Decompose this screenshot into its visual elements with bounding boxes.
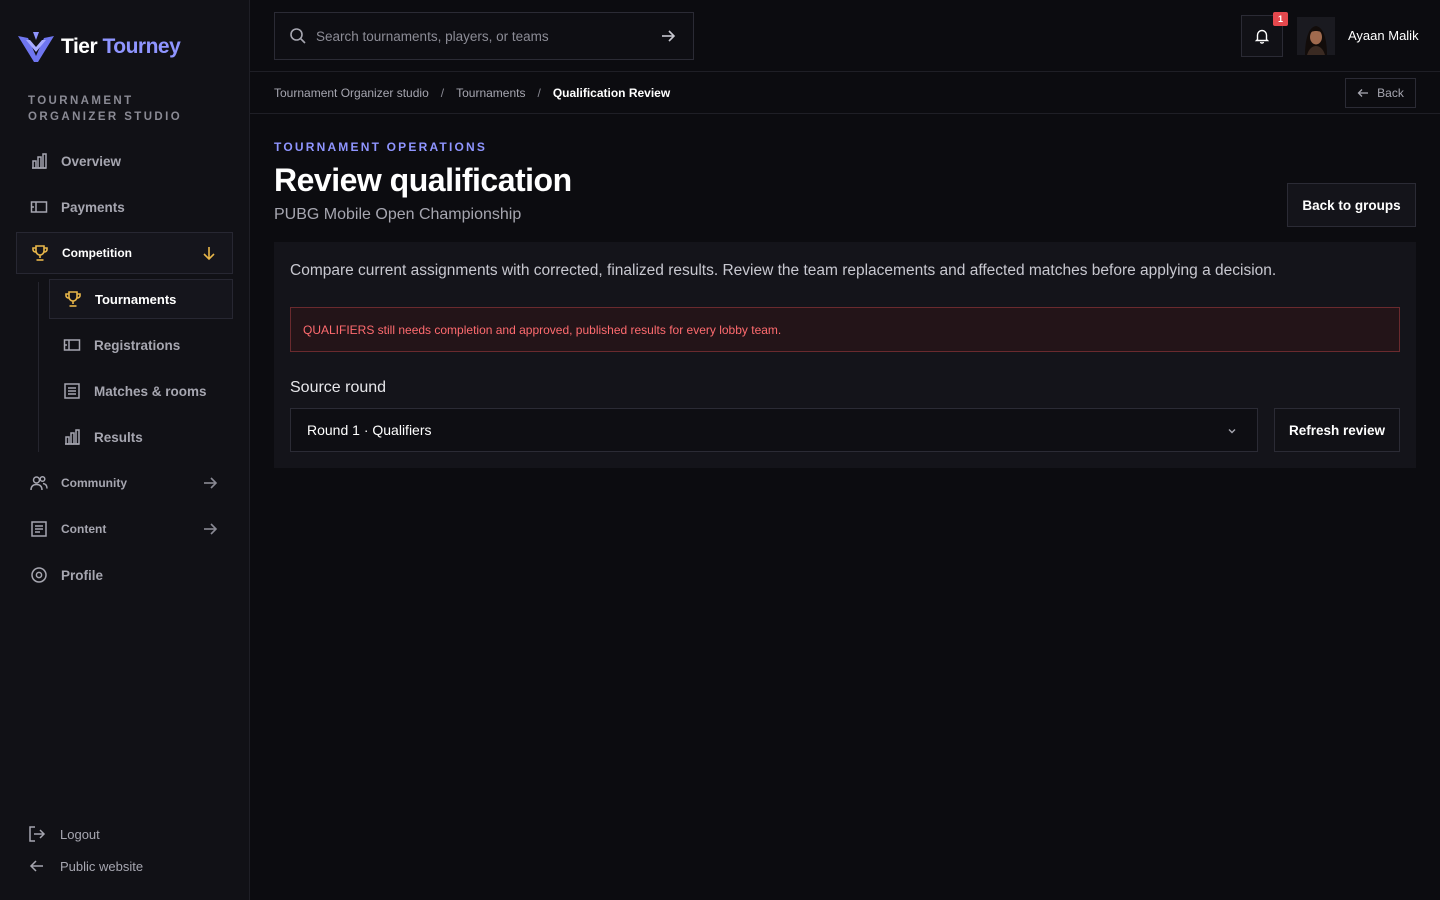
breadcrumb-separator: /: [537, 86, 541, 100]
page-title: Review qualification: [274, 162, 572, 198]
users-icon: [30, 474, 48, 492]
breadcrumb-tournaments[interactable]: Tournaments: [456, 86, 525, 100]
public-website-link[interactable]: Public website: [28, 857, 143, 875]
logout-link[interactable]: Logout: [28, 825, 100, 843]
sidebar-item-competition[interactable]: Competition: [16, 232, 233, 274]
sidebar-item-label: Payments: [61, 199, 125, 215]
logout-icon: [29, 826, 46, 842]
refresh-review-button[interactable]: Refresh review: [1274, 408, 1400, 452]
ticket-icon: [63, 336, 81, 354]
source-round-value: Round 1 · Qualifiers: [307, 422, 432, 438]
qualification-review-card: Compare current assignments with correct…: [274, 242, 1416, 468]
search-input[interactable]: [316, 28, 659, 44]
sidebar-item-payments[interactable]: Payments: [16, 187, 233, 227]
brand-name-part1: Tier: [61, 35, 98, 58]
notifications-button[interactable]: 1: [1241, 12, 1288, 57]
public-website-label: Public website: [60, 858, 144, 874]
notification-count-badge: 1: [1273, 12, 1288, 26]
user-avatar[interactable]: [1297, 17, 1335, 55]
breadcrumb-current: Qualification Review: [552, 86, 671, 100]
bell-icon: [1254, 29, 1270, 44]
ticket-icon: [30, 198, 48, 216]
search-submit-arrow-icon[interactable]: [659, 27, 677, 45]
sidebar-subitem-tournaments[interactable]: Tournaments: [49, 279, 233, 319]
sidebar: Tier Tourney TOURNAMENT ORGANIZER STUDIO…: [0, 0, 250, 900]
back-button[interactable]: Back: [1345, 78, 1416, 108]
bar-chart-icon: [30, 152, 48, 170]
brand-logo[interactable]: Tier Tourney: [16, 30, 181, 64]
brand-name-part2: Tourney: [102, 35, 181, 58]
brand-name: Tier Tourney: [61, 35, 181, 59]
sidebar-subitem-matches-rooms[interactable]: Matches & rooms: [49, 371, 233, 411]
source-round-select[interactable]: Round 1 · Qualifiers: [290, 408, 1258, 452]
studio-section-label: TOURNAMENT ORGANIZER STUDIO: [28, 95, 183, 123]
sidebar-subitem-registrations[interactable]: Registrations: [49, 325, 233, 365]
logout-label: Logout: [60, 826, 100, 842]
arrow-left-icon: [29, 860, 43, 872]
sidebar-item-label: Content: [61, 522, 107, 536]
tier-tourney-logo-icon: [18, 32, 54, 62]
back-button-label: Back: [1377, 86, 1404, 100]
sidebar-item-community[interactable]: Community: [16, 463, 233, 503]
top-bar: 1 Ayaan Malik: [250, 0, 1440, 72]
arrow-down-icon: [203, 247, 215, 261]
sidebar-subitem-label: Matches & rooms: [94, 383, 207, 399]
sidebar-item-overview[interactable]: Overview: [16, 141, 233, 181]
submenu-guide-line: [38, 282, 39, 452]
sidebar-subitem-label: Results: [94, 429, 143, 445]
list-icon: [63, 382, 81, 400]
qualifiers-incomplete-alert: QUALIFIERS still needs completion and ap…: [290, 307, 1400, 352]
breadcrumb-bar: Tournament Organizer studio / Tournament…: [250, 72, 1440, 114]
user-name[interactable]: Ayaan Malik: [1348, 28, 1419, 43]
sidebar-item-profile[interactable]: Profile: [16, 555, 233, 595]
alert-message: QUALIFIERS still needs completion and ap…: [303, 322, 782, 337]
trophy-icon: [64, 290, 82, 308]
section-eyebrow: TOURNAMENT OPERATIONS: [274, 140, 488, 154]
source-round-label: Source round: [290, 379, 387, 396]
document-icon: [30, 520, 48, 538]
global-search[interactable]: [274, 12, 694, 60]
trophy-icon: [31, 244, 49, 262]
sidebar-item-content[interactable]: Content: [16, 509, 233, 549]
breadcrumb: Tournament Organizer studio / Tournament…: [274, 86, 670, 100]
settings-icon: [30, 566, 48, 584]
sidebar-item-label: Overview: [61, 153, 122, 169]
sidebar-item-label: Community: [61, 476, 127, 490]
breadcrumb-studio[interactable]: Tournament Organizer studio: [274, 86, 429, 100]
arrow-right-icon: [204, 477, 218, 489]
arrow-right-icon: [204, 523, 218, 535]
chevron-down-icon: [1228, 429, 1236, 434]
back-to-groups-button[interactable]: Back to groups: [1287, 183, 1416, 227]
sidebar-subitem-label: Registrations: [94, 337, 181, 353]
arrow-left-icon: [1357, 89, 1369, 97]
sidebar-subitem-label: Tournaments: [95, 291, 177, 307]
breadcrumb-separator: /: [440, 86, 445, 100]
search-icon: [290, 28, 306, 44]
sidebar-subitem-results[interactable]: Results: [49, 417, 233, 457]
bar-chart-icon: [63, 428, 81, 446]
review-description: Compare current assignments with correct…: [290, 262, 1277, 279]
sidebar-item-label: Competition: [62, 246, 132, 260]
sidebar-item-label: Profile: [61, 567, 104, 583]
tournament-name: PUBG Mobile Open Championship: [274, 206, 522, 223]
